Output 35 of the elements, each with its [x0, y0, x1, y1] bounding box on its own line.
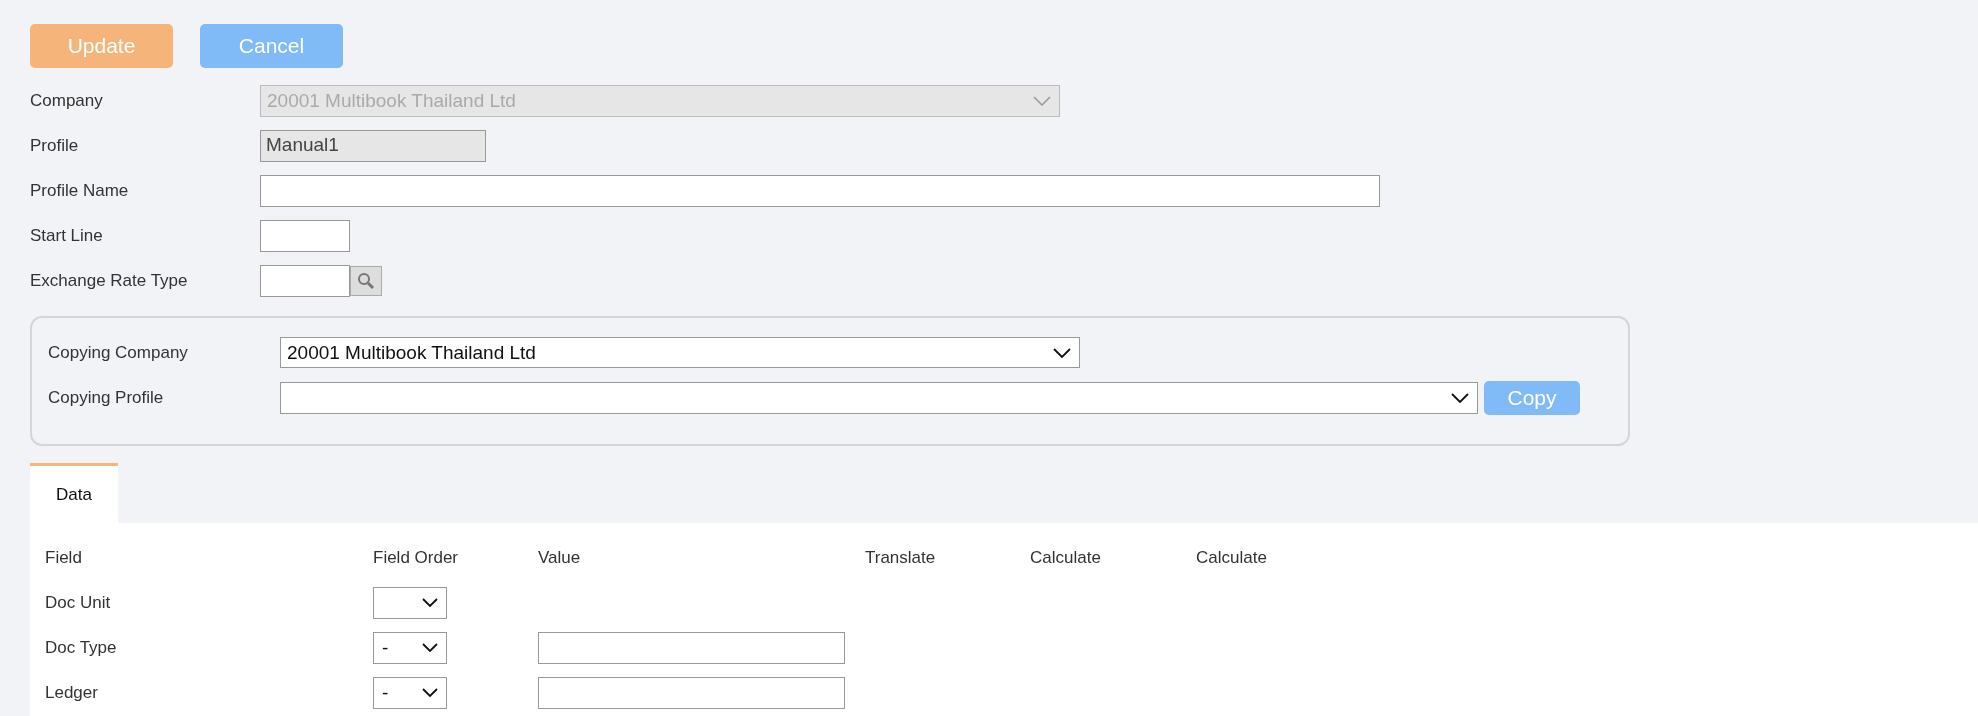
column-header: Translate — [865, 547, 937, 568]
text-field[interactable] — [260, 174, 1380, 207]
order-select[interactable]: - — [373, 676, 447, 709]
column-header: Field Order — [373, 547, 460, 568]
column-header: Value — [538, 547, 582, 568]
column-header: Field — [45, 547, 83, 568]
text-field[interactable] — [260, 264, 350, 297]
order-select[interactable]: - — [373, 631, 447, 664]
table-cell-text: Doc Unit — [45, 592, 112, 613]
field-label: Copying Profile — [48, 387, 165, 408]
column-header: Calculate — [1030, 547, 1102, 568]
table-cell-text: Doc Type — [45, 637, 118, 658]
text-field[interactable] — [260, 219, 350, 252]
search-icon — [357, 271, 375, 290]
chevron-icon — [1451, 392, 1469, 403]
field-label: Copying Company — [48, 342, 189, 363]
field-label: Profile Name — [30, 180, 130, 201]
table-cell-text: Ledger — [45, 682, 99, 703]
field-label: Profile — [30, 135, 80, 156]
tab[interactable]: Data — [30, 463, 118, 523]
order-select[interactable] — [373, 586, 447, 619]
column-header: Calculate — [1196, 547, 1267, 568]
search-button[interactable] — [350, 265, 382, 296]
chevron-icon — [422, 643, 438, 652]
value-field[interactable] — [538, 631, 845, 664]
field-label: Exchange Rate Type — [30, 270, 189, 291]
chevron-icon — [1053, 347, 1071, 358]
copying-company-select[interactable]: 20001 Multibook Thailand Ltd — [280, 337, 1080, 368]
field-label: Company — [30, 90, 104, 111]
chevron-icon — [422, 688, 438, 697]
chevron-icon — [1033, 95, 1051, 106]
copying-profile-select[interactable] — [280, 381, 1478, 414]
field-label: Start Line — [30, 225, 104, 246]
chevron-icon — [422, 598, 438, 607]
value-field[interactable] — [538, 676, 845, 709]
